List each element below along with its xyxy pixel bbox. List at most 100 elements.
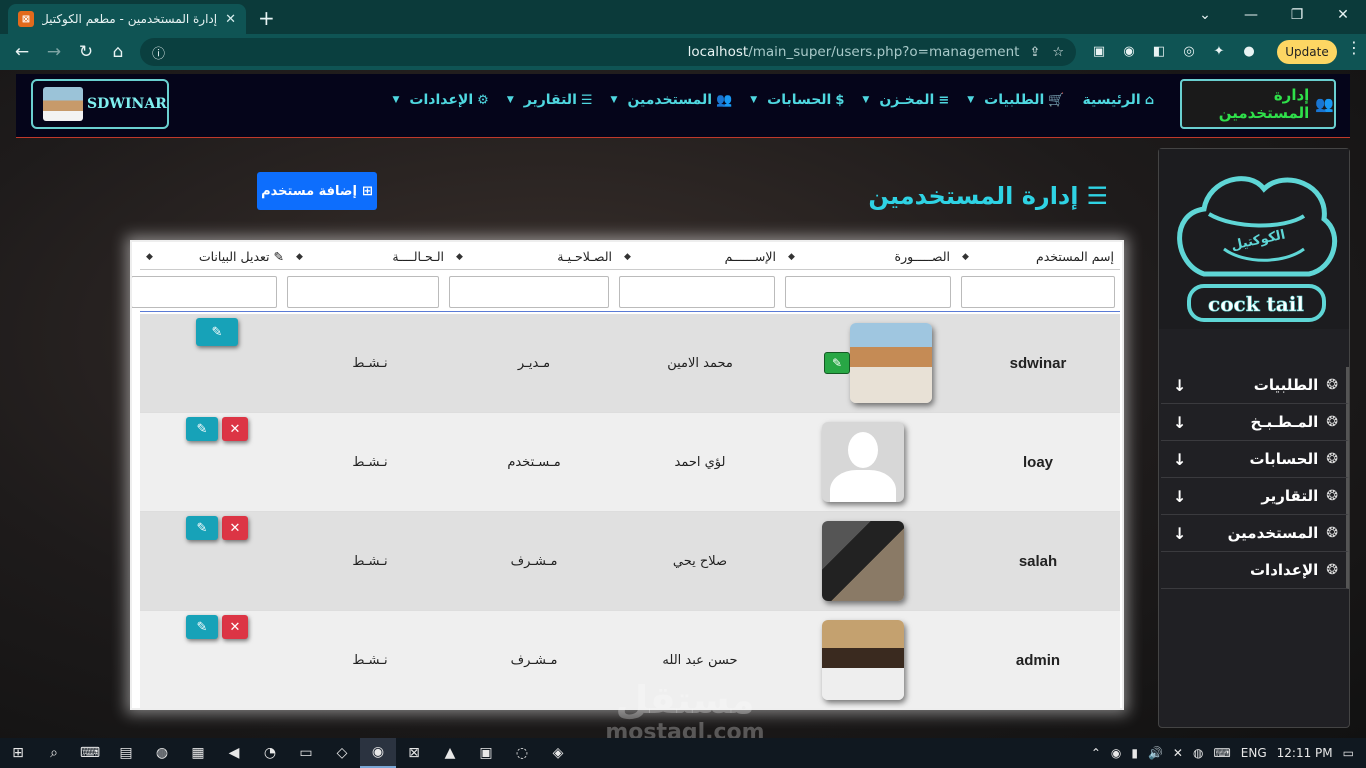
add-user-button[interactable]: ⊞ إضافة مستخدم xyxy=(257,172,377,210)
extension-2-icon[interactable]: ◉ xyxy=(1116,38,1142,64)
update-button[interactable]: Update xyxy=(1277,40,1337,64)
delete-user-button[interactable]: ✕ xyxy=(222,417,248,441)
windows-start-icon[interactable]: ⊞ xyxy=(0,738,36,768)
caret-down-icon: ▼ xyxy=(506,95,514,105)
menu-item-home[interactable]: ⌂ الرئيسية xyxy=(1083,92,1155,108)
language-indicator[interactable]: ENG xyxy=(1241,746,1267,760)
filter-status-input[interactable] xyxy=(287,276,439,308)
edit-user-button[interactable]: ✎ xyxy=(186,516,218,540)
share-icon[interactable]: ⇪ xyxy=(1029,45,1040,60)
app-icon[interactable]: ◈ xyxy=(540,738,576,768)
profile-icon[interactable]: ● xyxy=(1236,38,1262,64)
vscode-icon[interactable]: ◇ xyxy=(324,738,360,768)
close-tab-icon[interactable]: ✕ xyxy=(225,12,236,27)
clock[interactable]: 12:11 PM xyxy=(1277,746,1333,760)
header-edit[interactable]: ✎ تعديل البيانات ◆ xyxy=(140,244,290,269)
header-name[interactable]: الإســــــم ◆ xyxy=(618,244,782,269)
edit-photo-button[interactable]: ✎ xyxy=(824,352,850,374)
vlc-icon[interactable]: ▲ xyxy=(432,738,468,768)
filter-photo-input[interactable] xyxy=(785,276,951,308)
edge-icon[interactable]: ◔ xyxy=(252,738,288,768)
close-window-icon[interactable]: ✕ xyxy=(1320,0,1366,30)
new-tab-icon[interactable]: + xyxy=(258,6,275,30)
reload-icon[interactable]: ↻ xyxy=(70,36,102,68)
sidebar-item-accounts[interactable]: ❂ الحسابات ↓ xyxy=(1161,441,1349,478)
name-cell: لؤي احمد xyxy=(674,454,726,470)
file-explorer-icon[interactable]: ▭ xyxy=(288,738,324,768)
extension-1-icon[interactable]: ▣ xyxy=(1086,38,1112,64)
close-icon: ✕ xyxy=(229,619,241,635)
header-status[interactable]: الـحـالــــة ◆ xyxy=(290,244,450,269)
tab-search-icon[interactable]: ⌄ xyxy=(1182,0,1228,30)
app-icon[interactable]: ▤ xyxy=(108,738,144,768)
user-photo xyxy=(850,323,932,403)
header-username[interactable]: إسم المستخدم ◆ xyxy=(956,244,1120,269)
photo-cell xyxy=(782,620,956,700)
filter-role-input[interactable] xyxy=(449,276,609,308)
circle-icon: ❂ xyxy=(1326,414,1338,430)
edit-icon: ✎ xyxy=(831,356,843,370)
edit-user-button[interactable]: ✎ xyxy=(186,615,218,639)
site-info-icon[interactable]: ⓘ xyxy=(152,43,165,62)
chevron-up-icon[interactable]: ⌃ xyxy=(1091,746,1101,760)
arrow-down-icon: ↓ xyxy=(1173,375,1187,395)
edit-user-button[interactable]: ✎ xyxy=(186,417,218,441)
username-cell: sdwinar xyxy=(1009,354,1067,372)
search-icon[interactable]: ⌕ xyxy=(36,738,72,768)
delete-user-button[interactable]: ✕ xyxy=(222,615,248,639)
sidebar-item-kitchen[interactable]: ❂ المـطـبـخ ↓ xyxy=(1161,404,1349,441)
edit-user-button[interactable]: ✎ xyxy=(196,318,238,346)
camera-extension-icon[interactable]: ◎ xyxy=(1176,38,1202,64)
sidebar-item-settings[interactable]: ❂ الإعدادات xyxy=(1161,552,1349,589)
sidebar-item-orders[interactable]: ❂ الطلبيات ↓ xyxy=(1161,367,1349,404)
battery-icon[interactable]: ▮ xyxy=(1131,746,1138,760)
browser-menu-icon[interactable]: ⋮ xyxy=(1344,38,1364,57)
menu-item-inventory[interactable]: ≡ المخـزن ▼ xyxy=(862,92,949,108)
sidebar-item-reports[interactable]: ❂ التقارير ↓ xyxy=(1161,478,1349,515)
forward-icon[interactable]: → xyxy=(38,36,70,68)
volume-icon[interactable]: 🔊 xyxy=(1148,746,1163,760)
notifications-icon[interactable]: ▭ xyxy=(1343,746,1354,760)
tray-app-icon[interactable]: ◍ xyxy=(1193,746,1203,760)
sidebar-item-users[interactable]: ❂ المستخدمين ↓ xyxy=(1161,515,1349,552)
header-label: الصـــــورة xyxy=(894,249,950,264)
menu-item-users[interactable]: 👥 المستخدمين ▼ xyxy=(611,92,733,108)
network-icon[interactable]: ✕ xyxy=(1173,746,1183,760)
menu-item-accounts[interactable]: $ الحسابات ▼ xyxy=(750,92,844,108)
menu-item-settings[interactable]: ⚙ الإعدادات ▼ xyxy=(393,92,489,108)
keyboard-icon[interactable]: ⌨ xyxy=(1213,746,1230,760)
chrome-icon[interactable]: ◉ xyxy=(360,738,396,768)
puzzle-extensions-icon[interactable]: ✦ xyxy=(1206,38,1232,64)
keyboard-app-icon[interactable]: ⌨ xyxy=(72,738,108,768)
app-icon[interactable]: ◀ xyxy=(216,738,252,768)
app-icon[interactable]: ◍ xyxy=(144,738,180,768)
menu-item-orders[interactable]: 🛒 الطلبيات ▼ xyxy=(967,92,1064,108)
filter-username-input[interactable] xyxy=(961,276,1115,308)
row-actions: ✎ xyxy=(196,318,238,346)
xampp-icon[interactable]: ⊠ xyxy=(396,738,432,768)
extension-3-icon[interactable]: ◧ xyxy=(1146,38,1172,64)
sidebar-item-label: التقارير xyxy=(1261,487,1319,505)
list-icon: ☰ xyxy=(580,92,593,108)
delete-user-button[interactable]: ✕ xyxy=(222,516,248,540)
app-icon[interactable]: ▣ xyxy=(468,738,504,768)
app-icon[interactable]: ◌ xyxy=(504,738,540,768)
caret-down-icon: ▼ xyxy=(967,95,975,105)
home-browser-icon[interactable]: ⌂ xyxy=(102,36,134,68)
back-icon[interactable]: ← xyxy=(6,36,38,68)
menu-item-reports[interactable]: ☰ التقارير ▼ xyxy=(507,92,593,108)
browser-tab[interactable]: ⊠ إدارة المستخدمين - مطعم الكوكتيل ✕ xyxy=(8,4,246,34)
bookmark-star-icon[interactable]: ☆ xyxy=(1052,45,1064,60)
minimize-icon[interactable]: — xyxy=(1228,0,1274,30)
tray-app-icon[interactable]: ◉ xyxy=(1111,746,1121,760)
address-bar[interactable]: ⓘ localhost/main_super/users.php?o=manag… xyxy=(140,38,1076,66)
header-photo[interactable]: الصـــــورة ◆ xyxy=(782,244,956,269)
filter-name-input[interactable] xyxy=(619,276,775,308)
header-role[interactable]: الصـلاحـيـة ◆ xyxy=(450,244,618,269)
filter-edit-input[interactable] xyxy=(132,276,277,308)
restore-icon[interactable]: ❐ xyxy=(1274,0,1320,30)
circle-icon: ❂ xyxy=(1326,451,1338,467)
manage-users-button[interactable]: 👥 إدارة المستخدمين xyxy=(1180,79,1336,129)
calculator-icon[interactable]: ▦ xyxy=(180,738,216,768)
brand-user[interactable]: SDWINAR xyxy=(31,79,169,129)
